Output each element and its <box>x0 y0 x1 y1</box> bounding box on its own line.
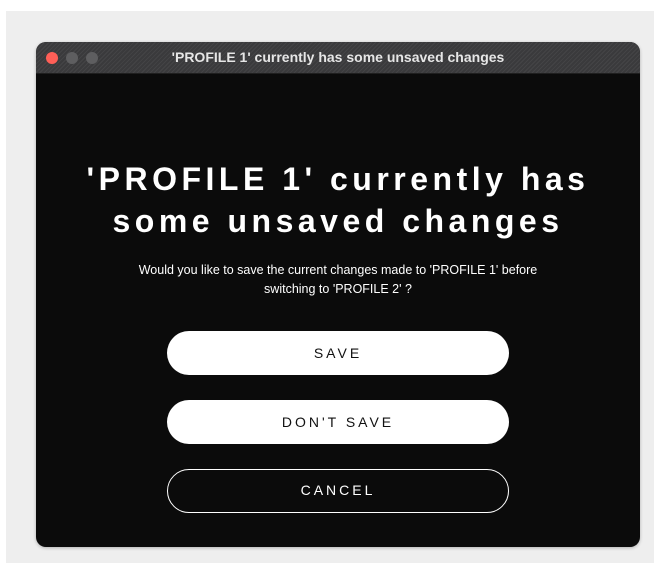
cancel-button[interactable]: CANCEL <box>167 469 509 513</box>
dialog-message: Would you like to save the current chang… <box>106 261 570 299</box>
dialog-message-line-1: Would you like to save the current chang… <box>138 263 538 277</box>
window-title: 'PROFILE 1' currently has some unsaved c… <box>171 49 505 65</box>
dialog-heading: 'PROFILE 1' currently has some unsaved c… <box>36 158 640 242</box>
dialog-heading-line-1: 'PROFILE 1' currently has <box>86 161 590 197</box>
dialog-message-line-2: switching to 'PROFILE 2' ? <box>264 282 412 296</box>
dialog-heading-line-2: some unsaved changes <box>112 203 564 239</box>
dont-save-button[interactable]: DON'T SAVE <box>167 400 509 444</box>
dialog-window: 'PROFILE 1' currently has some unsaved c… <box>36 42 640 547</box>
title-bar[interactable]: 'PROFILE 1' currently has some unsaved c… <box>36 42 640 74</box>
dialog-content: 'PROFILE 1' currently has some unsaved c… <box>36 74 640 547</box>
save-button[interactable]: SAVE <box>167 331 509 375</box>
